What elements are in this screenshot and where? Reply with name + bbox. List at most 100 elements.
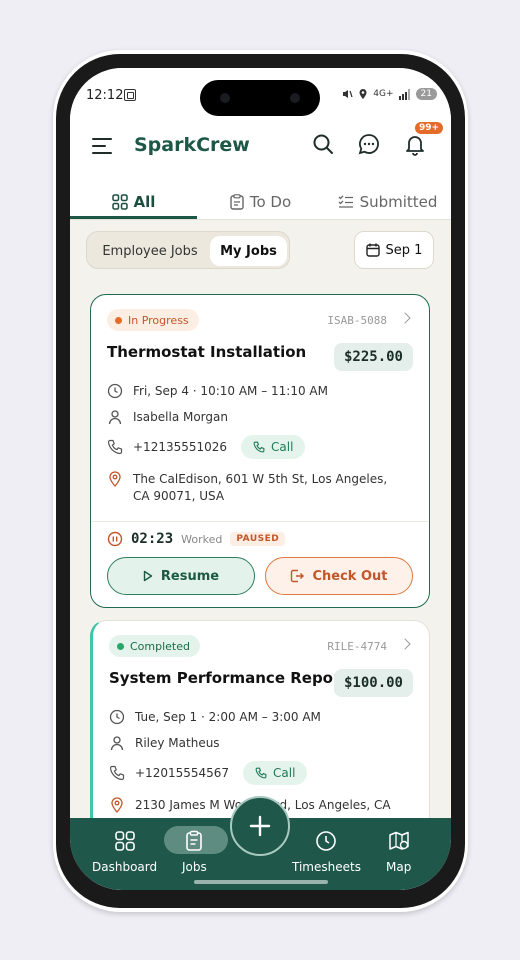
nav-timesheets-label: Timesheets	[292, 860, 361, 874]
plus-icon	[249, 815, 271, 837]
pause-circle-icon	[107, 531, 123, 547]
nav-map-label: Map	[386, 860, 412, 874]
work-timer: 02:23 Worked PAUSED	[107, 531, 286, 547]
job-datetime-row: Fri, Sep 4 · 10:10 AM – 11:10 AM	[107, 383, 328, 399]
location-icon	[359, 89, 367, 99]
app-screen: 12:12 4G+ 21 SparkCrew 99+ All To Do Sub…	[70, 68, 451, 890]
person-icon	[108, 410, 122, 425]
phone-icon	[107, 439, 123, 455]
nav-jobs-label: Jobs	[182, 860, 207, 874]
call-label: Call	[271, 440, 294, 454]
add-job-button[interactable]	[230, 796, 290, 856]
chevron-right-icon[interactable]	[399, 638, 411, 650]
phone-icon	[253, 441, 265, 453]
customer-name: Riley Matheus	[135, 736, 220, 750]
job-title: Thermostat Installation	[107, 343, 307, 361]
job-code: ISAB-5088	[327, 314, 387, 327]
status-badge: Completed	[109, 635, 200, 657]
customer-name: Isabella Morgan	[133, 410, 228, 424]
tab-submitted[interactable]: Submitted	[324, 184, 451, 219]
paused-badge: PAUSED	[230, 532, 286, 546]
job-datetime: Tue, Sep 1 · 2:00 AM – 3:00 AM	[135, 710, 321, 724]
clock-icon	[107, 383, 123, 399]
customer-phone: +12135551026	[133, 440, 228, 454]
clipboard-icon	[230, 193, 244, 210]
tab-all-label: All	[133, 192, 156, 211]
call-button[interactable]: Call	[241, 435, 306, 459]
job-scope-toggle: Employee Jobs My Jobs	[86, 231, 290, 269]
checklist-icon	[338, 195, 353, 208]
status-icons: 4G+ 21	[341, 88, 437, 100]
dynamic-island	[200, 80, 320, 116]
tab-to-do-label: To Do	[249, 192, 292, 211]
nav-map[interactable]: Map	[386, 830, 411, 874]
timer-label: Worked	[181, 532, 223, 546]
signal-icon	[398, 88, 410, 100]
tab-to-do[interactable]: To Do	[197, 184, 324, 219]
job-datetime: Fri, Sep 4 · 10:10 AM – 11:10 AM	[133, 384, 328, 398]
calendar-icon	[365, 243, 380, 257]
job-customer-row: Isabella Morgan	[107, 409, 228, 425]
status-bar: 12:12 4G+ 21	[70, 68, 451, 128]
date-label: Sep 1	[385, 242, 423, 258]
job-title: System Performance Report	[109, 669, 348, 687]
job-tabs: All To Do Submitted	[70, 184, 451, 220]
phone-icon	[109, 765, 125, 781]
phone-icon	[255, 767, 267, 779]
card-divider	[91, 521, 428, 522]
notification-badge: 99+	[415, 122, 444, 134]
search-icon[interactable]	[311, 132, 335, 156]
status-dot-icon	[115, 316, 122, 324]
active-tab-indicator	[70, 216, 197, 219]
location-pin-icon	[109, 471, 121, 487]
job-phone-row: +12135551026 Call	[107, 435, 306, 459]
job-price: $225.00	[333, 343, 413, 371]
chat-icon[interactable]	[357, 132, 381, 156]
job-card[interactable]: In Progress ISAB-5088 Thermostat Install…	[90, 294, 430, 608]
dashboard-icon	[114, 831, 135, 851]
bell-icon[interactable]: 99+	[403, 122, 444, 156]
timer-value: 02:23	[131, 531, 174, 547]
grid-icon	[111, 193, 128, 210]
call-label: Call	[273, 766, 296, 780]
status-label: In Progress	[128, 313, 189, 327]
nav-jobs[interactable]: Jobs	[182, 830, 207, 874]
app-title: SparkCrew	[134, 134, 250, 156]
clock-icon	[316, 831, 337, 851]
status-label: Completed	[130, 639, 190, 653]
job-datetime-row: Tue, Sep 1 · 2:00 AM – 3:00 AM	[109, 709, 321, 725]
network-label: 4G+	[373, 89, 394, 99]
tab-submitted-label: Submitted	[359, 192, 438, 211]
status-dot-icon	[117, 642, 124, 650]
job-price: $100.00	[333, 669, 413, 697]
play-icon	[143, 570, 153, 582]
chevron-right-icon[interactable]	[399, 312, 411, 324]
resume-button[interactable]: Resume	[107, 557, 255, 595]
hamburger-menu-icon[interactable]	[92, 138, 114, 156]
job-phone-row: +12015554567 Call	[109, 761, 308, 785]
status-time: 12:12	[86, 88, 124, 103]
job-code: RILE-4774	[327, 640, 387, 653]
check-out-button[interactable]: Check Out	[265, 557, 413, 595]
screenshot-icon	[124, 89, 136, 101]
app-header: SparkCrew 99+	[70, 122, 451, 184]
check-out-label: Check Out	[312, 568, 388, 584]
logout-icon	[291, 569, 305, 583]
job-customer-row: Riley Matheus	[109, 735, 220, 751]
employee-jobs-option[interactable]: Employee Jobs	[91, 236, 209, 266]
customer-phone: +12015554567	[135, 766, 230, 780]
tab-all[interactable]: All	[70, 184, 197, 219]
call-button[interactable]: Call	[243, 761, 308, 785]
my-jobs-option[interactable]: My Jobs	[210, 236, 287, 266]
nav-dashboard[interactable]: Dashboard	[92, 830, 157, 874]
mute-icon	[343, 90, 353, 98]
map-icon	[388, 831, 409, 850]
status-badge: In Progress	[107, 309, 199, 331]
person-icon	[110, 736, 124, 751]
location-pin-icon	[111, 797, 123, 813]
nav-timesheets[interactable]: Timesheets	[292, 830, 361, 874]
date-picker-button[interactable]: Sep 1	[354, 231, 434, 269]
clock-icon	[109, 709, 125, 725]
nav-dashboard-label: Dashboard	[92, 860, 158, 874]
job-address-row: The CalEdison, 601 W 5th St, Los Angeles…	[107, 471, 407, 505]
